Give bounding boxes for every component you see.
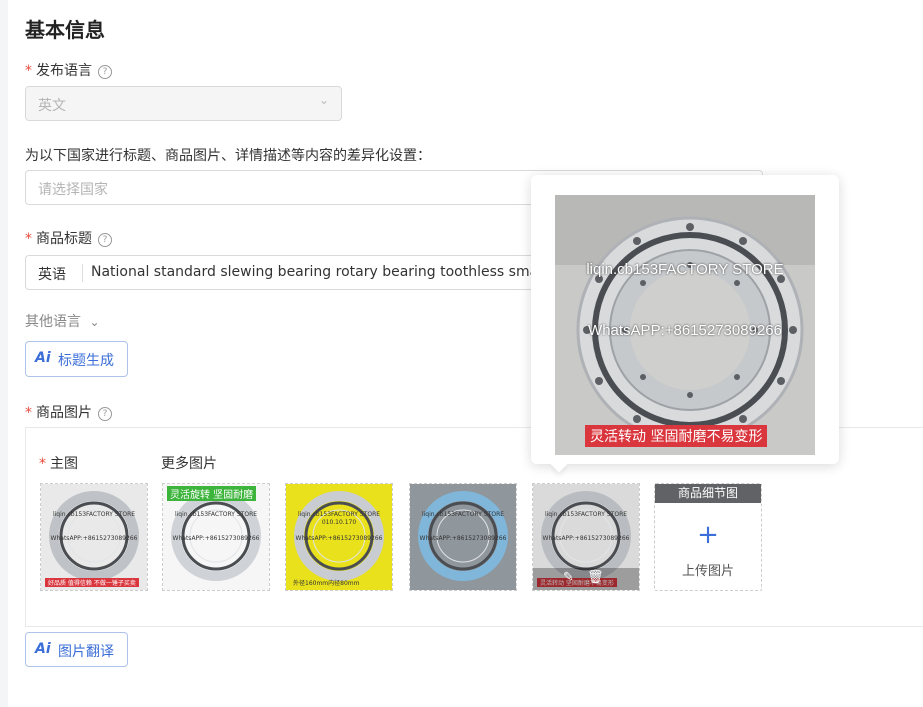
publish-language-label: * 发布语言?: [25, 60, 112, 80]
help-icon[interactable]: ?: [98, 65, 112, 79]
delete-icon[interactable]: 🗑: [587, 570, 604, 585]
section-title: 基本信息: [25, 18, 105, 42]
thumbnail-banner: 外径160mm内径80mm: [293, 580, 360, 587]
watermark-whatsapp: WhatsAPP:+8615273089266: [542, 535, 630, 542]
more-images-label: 更多图片: [161, 456, 217, 472]
detail-image-header: 商品细节图: [655, 484, 761, 503]
watermark-whatsapp: WhatsAPP:+8615273089266: [172, 535, 260, 542]
upload-image-label: 上传图片: [681, 564, 734, 579]
more-image-thumbnail[interactable]: liqin.cb153FACTORY STORE 010.10.170 WhatsA…: [285, 483, 393, 591]
upload-detail-image-button[interactable]: 商品细节图 + 上传图片: [654, 483, 762, 591]
chevron-down-icon: ⌄: [89, 315, 100, 329]
image-preview-popover: liqin.cb153FACTORY STORE WhatsAPP:+86152…: [531, 175, 839, 464]
title-language-prefix: 英语: [38, 267, 66, 283]
other-language-toggle[interactable]: 其他语言 ⌄: [25, 311, 100, 331]
ai-icon: Ai: [35, 641, 51, 657]
edit-icon[interactable]: ✎: [563, 570, 574, 585]
chevron-down-icon: ⌄: [318, 93, 329, 107]
watermark-store: liqin.cb153FACTORY STORE: [421, 511, 505, 518]
watermark-whatsapp: WhatsAPP:+8615273089266: [295, 535, 383, 542]
main-image-thumbnail[interactable]: liqin.cb153FACTORY STORE WhatsAPP:+861527…: [40, 483, 148, 591]
country-label: 为以下国家进行标题、商品图片、详情描述等内容的差异化设置：: [25, 148, 431, 164]
main-image-label: * 主图: [39, 456, 78, 472]
more-image-thumbnail[interactable]: liqin.cb153FACTORY STORE WhatsAPP:+861527…: [162, 483, 270, 591]
more-image-thumbnail[interactable]: liqin.cb153FACTORY STORE WhatsAPP:+861527…: [532, 483, 640, 591]
watermark-whatsapp: WhatsAPP:+8615273089266: [588, 322, 782, 339]
watermark-store: liqin.cb153FACTORY STORE: [544, 511, 628, 518]
watermark-whatsapp: WhatsAPP:+8615273089266: [419, 535, 507, 542]
publish-language-select[interactable]: 英文 ⌄: [25, 86, 342, 121]
thumbnail-banner: 好品质 值得信赖 不做一锤子买卖: [45, 578, 139, 587]
ai-icon: Ai: [35, 350, 51, 366]
model-number: 010.10.170: [321, 519, 357, 526]
thumbnail-action-overlay: ✎ 🗑: [533, 568, 639, 590]
watermark-store: liqin.cb153FACTORY STORE: [297, 511, 381, 518]
watermark-store: liqin.cb153FACTORY STORE: [586, 261, 784, 278]
product-title-value: National standard slewing bearing rotary…: [91, 264, 545, 280]
product-title-label: * 商品标题?: [25, 228, 112, 248]
more-image-thumbnail[interactable]: liqin.cb153FACTORY STORE WhatsAPP:+861527…: [409, 483, 517, 591]
prefix-divider: [82, 264, 83, 282]
watermark-whatsapp: WhatsAPP:+8615273089266: [50, 535, 138, 542]
product-title-input[interactable]: 英语 National standard slewing bearing rot…: [25, 255, 545, 290]
ai-title-generate-button[interactable]: Ai 标题生成: [25, 341, 128, 377]
basic-info-card: 基本信息 * 发布语言? 英文 ⌄ 为以下国家进行标题、商品图片、详情描述等内容的…: [8, 0, 923, 707]
preview-image: liqin.cb153FACTORY STORE WhatsAPP:+86152…: [555, 195, 815, 455]
watermark-store: liqin.cb153FACTORY STORE: [174, 511, 258, 518]
preview-banner: 灵活转动 坚固耐磨不易变形: [585, 425, 768, 447]
help-icon[interactable]: ?: [98, 407, 112, 421]
ai-image-translate-button[interactable]: Ai 图片翻译: [25, 632, 128, 667]
plus-icon: +: [697, 520, 719, 550]
thumbnail-banner: 灵活旋转 坚固耐磨: [167, 486, 257, 501]
product-images-label: * 商品图片?: [25, 402, 112, 422]
help-icon[interactable]: ?: [98, 233, 112, 247]
watermark-store: liqin.cb153FACTORY STORE: [52, 511, 136, 518]
